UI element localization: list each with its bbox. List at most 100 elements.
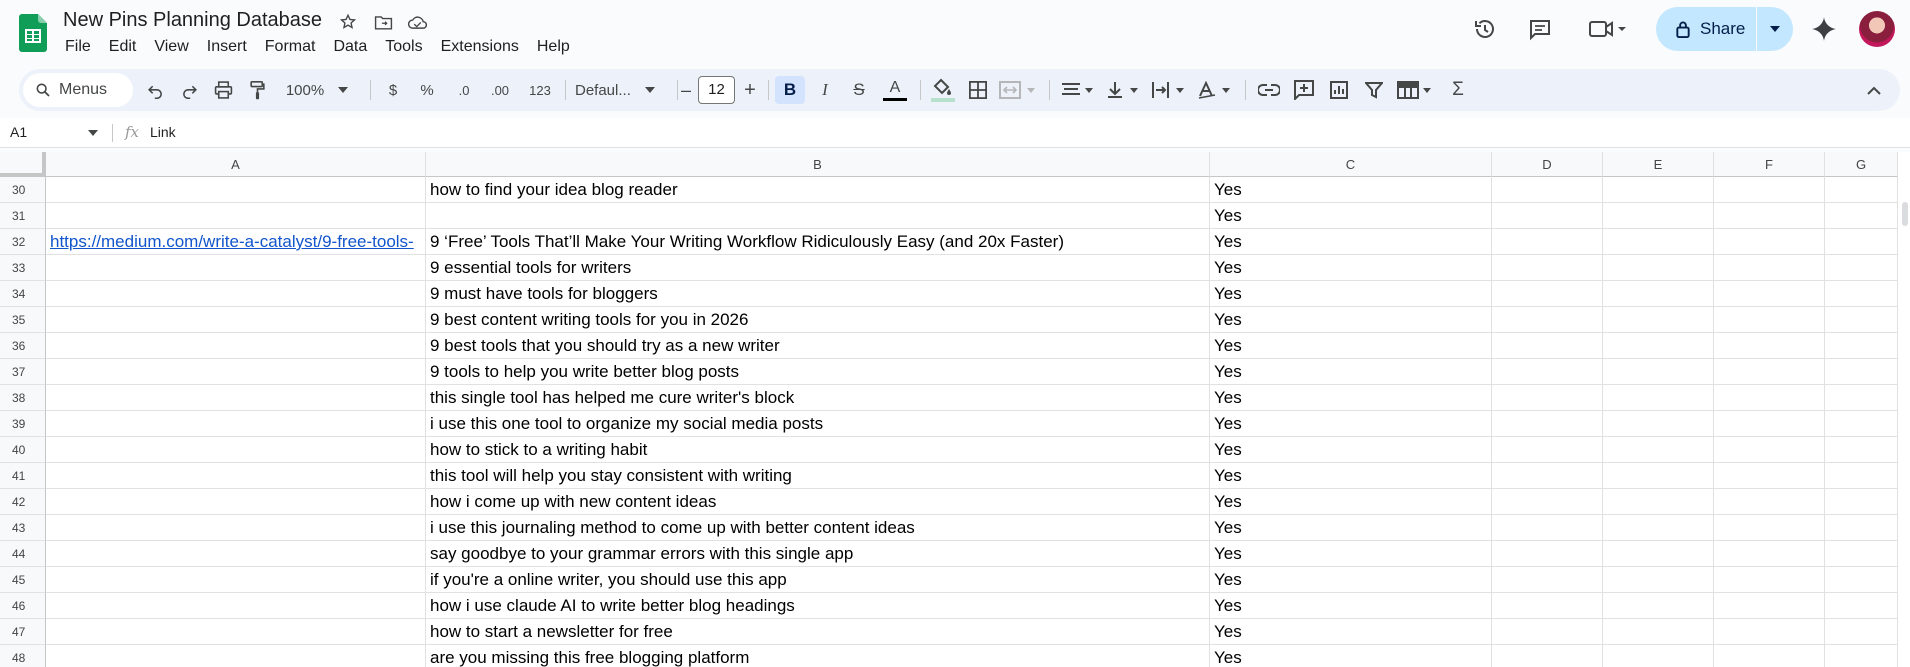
cell-e33[interactable]	[1603, 255, 1714, 281]
collapse-toolbar-icon[interactable]	[1860, 76, 1888, 104]
column-header-b[interactable]: B	[426, 152, 1210, 177]
comments-icon[interactable]	[1525, 14, 1555, 44]
cell-g46[interactable]	[1825, 593, 1898, 619]
menu-help[interactable]: Help	[528, 36, 579, 58]
decrease-font-size-button[interactable]: –	[678, 76, 694, 104]
cell-c46[interactable]: Yes	[1210, 593, 1492, 619]
cell-e32[interactable]	[1603, 229, 1714, 255]
cell-g40[interactable]	[1825, 437, 1898, 463]
cell-a41[interactable]	[46, 463, 426, 489]
cell-f32[interactable]	[1714, 229, 1825, 255]
cell-d39[interactable]	[1492, 411, 1603, 437]
cell-f48[interactable]	[1714, 645, 1825, 667]
cell-f35[interactable]	[1714, 307, 1825, 333]
cell-g34[interactable]	[1825, 281, 1898, 307]
row-header[interactable]: 31	[0, 203, 46, 229]
star-icon[interactable]	[336, 11, 360, 33]
cell-b45[interactable]: if you're a online writer, you should us…	[426, 567, 1210, 593]
cell-b40[interactable]: how to stick to a writing habit	[426, 437, 1210, 463]
cell-a34[interactable]	[46, 281, 426, 307]
cell-d41[interactable]	[1492, 463, 1603, 489]
italic-button[interactable]: I	[811, 76, 839, 104]
row-header[interactable]: 41	[0, 463, 46, 489]
print-icon[interactable]	[210, 76, 236, 104]
cell-g43[interactable]	[1825, 515, 1898, 541]
column-header-e[interactable]: E	[1603, 152, 1714, 177]
column-header-c[interactable]: C	[1210, 152, 1492, 177]
cell-c40[interactable]: Yes	[1210, 437, 1492, 463]
cell-e35[interactable]	[1603, 307, 1714, 333]
cell-c42[interactable]: Yes	[1210, 489, 1492, 515]
share-dropdown-button[interactable]	[1757, 7, 1793, 51]
vertical-align-icon[interactable]	[1104, 76, 1144, 104]
cell-d32[interactable]	[1492, 229, 1603, 255]
strikethrough-button[interactable]: S	[845, 76, 873, 104]
cell-a39[interactable]	[46, 411, 426, 437]
gemini-sparkle-icon[interactable]	[1809, 14, 1839, 44]
cell-b41[interactable]: this tool will help you stay consistent …	[426, 463, 1210, 489]
cell-f31[interactable]	[1714, 203, 1825, 229]
cell-g41[interactable]	[1825, 463, 1898, 489]
cell-c32[interactable]: Yes	[1210, 229, 1492, 255]
column-header-g[interactable]: G	[1825, 152, 1898, 177]
cell-f46[interactable]	[1714, 593, 1825, 619]
cell-g38[interactable]	[1825, 385, 1898, 411]
cell-d45[interactable]	[1492, 567, 1603, 593]
row-header[interactable]: 42	[0, 489, 46, 515]
row-header[interactable]: 48	[0, 645, 46, 667]
text-wrapping-icon[interactable]	[1149, 76, 1191, 104]
cell-g44[interactable]	[1825, 541, 1898, 567]
row-header[interactable]: 47	[0, 619, 46, 645]
cell-c47[interactable]: Yes	[1210, 619, 1492, 645]
cell-c41[interactable]: Yes	[1210, 463, 1492, 489]
cell-a37[interactable]	[46, 359, 426, 385]
menus-search[interactable]: Menus	[23, 73, 133, 107]
sheets-logo-icon[interactable]	[19, 14, 47, 52]
cell-b48[interactable]: are you missing this free blogging platf…	[426, 645, 1210, 667]
cell-c43[interactable]: Yes	[1210, 515, 1492, 541]
menu-extensions[interactable]: Extensions	[432, 36, 528, 58]
cell-a36[interactable]	[46, 333, 426, 359]
cell-c48[interactable]: Yes	[1210, 645, 1492, 667]
cell-d31[interactable]	[1492, 203, 1603, 229]
cell-e36[interactable]	[1603, 333, 1714, 359]
cell-b31[interactable]	[426, 203, 1210, 229]
cell-g39[interactable]	[1825, 411, 1898, 437]
cell-e48[interactable]	[1603, 645, 1714, 667]
cell-d38[interactable]	[1492, 385, 1603, 411]
currency-format-button[interactable]: $	[381, 76, 405, 104]
insert-comment-icon[interactable]	[1290, 76, 1318, 104]
cell-d34[interactable]	[1492, 281, 1603, 307]
font-size-input[interactable]: 12	[698, 76, 735, 104]
menu-edit[interactable]: Edit	[100, 36, 146, 58]
meet-video-icon[interactable]	[1586, 14, 1630, 44]
cell-b42[interactable]: how i come up with new content ideas	[426, 489, 1210, 515]
row-header[interactable]: 37	[0, 359, 46, 385]
cell-c44[interactable]: Yes	[1210, 541, 1492, 567]
zoom-select[interactable]: 100%	[281, 76, 353, 104]
cell-c33[interactable]: Yes	[1210, 255, 1492, 281]
cell-a42[interactable]	[46, 489, 426, 515]
cell-a44[interactable]	[46, 541, 426, 567]
cell-e30[interactable]	[1603, 177, 1714, 203]
cell-b44[interactable]: say goodbye to your grammar errors with …	[426, 541, 1210, 567]
fill-color-icon[interactable]	[929, 76, 957, 104]
cell-g42[interactable]	[1825, 489, 1898, 515]
cell-e37[interactable]	[1603, 359, 1714, 385]
insert-link-icon[interactable]	[1255, 76, 1283, 104]
cell-b36[interactable]: 9 best tools that you should try as a ne…	[426, 333, 1210, 359]
cell-b39[interactable]: i use this one tool to organize my socia…	[426, 411, 1210, 437]
cell-f47[interactable]	[1714, 619, 1825, 645]
share-button[interactable]: Share	[1656, 7, 1793, 51]
undo-icon[interactable]	[143, 76, 167, 104]
row-header[interactable]: 30	[0, 177, 46, 203]
cell-f34[interactable]	[1714, 281, 1825, 307]
row-header[interactable]: 33	[0, 255, 46, 281]
cell-f41[interactable]	[1714, 463, 1825, 489]
row-header[interactable]: 39	[0, 411, 46, 437]
formula-input[interactable]: Link	[150, 124, 176, 140]
row-header[interactable]: 35	[0, 307, 46, 333]
cell-a32[interactable]: https://medium.com/write-a-catalyst/9-fr…	[46, 229, 426, 255]
cell-c35[interactable]: Yes	[1210, 307, 1492, 333]
share-main-button[interactable]: Share	[1656, 7, 1756, 51]
